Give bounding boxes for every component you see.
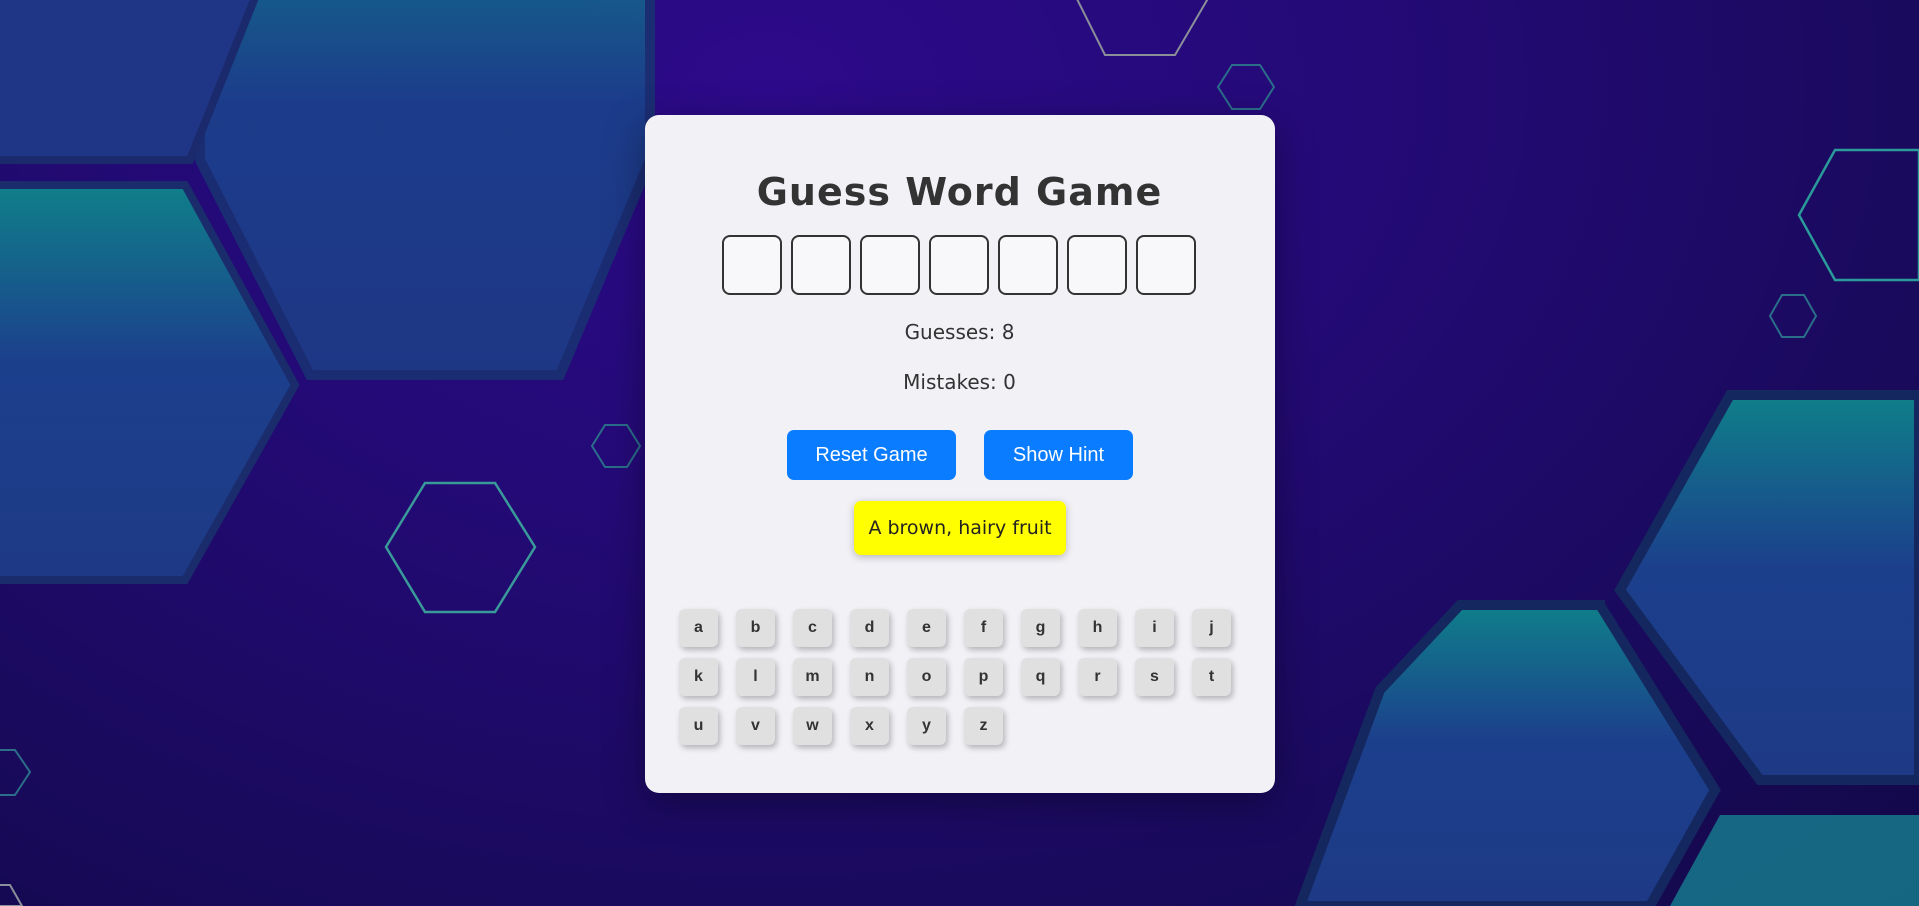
key-o[interactable]: o xyxy=(907,658,946,696)
keyboard-row: k l m n o p q r s t xyxy=(679,658,1239,696)
key-m[interactable]: m xyxy=(793,658,832,696)
game-title: Guess Word Game xyxy=(756,170,1163,214)
key-a[interactable]: a xyxy=(679,609,718,647)
key-p[interactable]: p xyxy=(964,658,1003,696)
key-s[interactable]: s xyxy=(1135,658,1174,696)
key-f[interactable]: f xyxy=(964,609,1003,647)
key-j[interactable]: j xyxy=(1192,609,1231,647)
letter-slot xyxy=(998,235,1058,295)
key-x[interactable]: x xyxy=(850,707,889,745)
key-q[interactable]: q xyxy=(1021,658,1060,696)
word-slots xyxy=(722,235,1196,295)
keyboard-row: a b c d e f g h i j xyxy=(679,609,1239,647)
letter-slot xyxy=(1136,235,1196,295)
mistakes-counter: Mistakes: 0 xyxy=(903,370,1016,394)
show-hint-button[interactable]: Show Hint xyxy=(984,430,1133,480)
key-k[interactable]: k xyxy=(679,658,718,696)
key-z[interactable]: z xyxy=(964,707,1003,745)
key-b[interactable]: b xyxy=(736,609,775,647)
reset-game-button[interactable]: Reset Game xyxy=(787,430,956,480)
key-e[interactable]: e xyxy=(907,609,946,647)
letter-keyboard: a b c d e f g h i j k l m n o p q r s t … xyxy=(679,609,1239,756)
key-t[interactable]: t xyxy=(1192,658,1231,696)
letter-slot xyxy=(860,235,920,295)
letter-slot xyxy=(722,235,782,295)
hint-box: A brown, hairy fruit xyxy=(854,501,1066,555)
guesses-counter: Guesses: 8 xyxy=(904,320,1015,344)
key-v[interactable]: v xyxy=(736,707,775,745)
key-w[interactable]: w xyxy=(793,707,832,745)
key-l[interactable]: l xyxy=(736,658,775,696)
key-d[interactable]: d xyxy=(850,609,889,647)
key-i[interactable]: i xyxy=(1135,609,1174,647)
key-r[interactable]: r xyxy=(1078,658,1117,696)
keyboard-row: u v w x y z xyxy=(679,707,1239,745)
letter-slot xyxy=(1067,235,1127,295)
key-n[interactable]: n xyxy=(850,658,889,696)
key-g[interactable]: g xyxy=(1021,609,1060,647)
letter-slot xyxy=(929,235,989,295)
key-h[interactable]: h xyxy=(1078,609,1117,647)
key-y[interactable]: y xyxy=(907,707,946,745)
key-c[interactable]: c xyxy=(793,609,832,647)
key-u[interactable]: u xyxy=(679,707,718,745)
letter-slot xyxy=(791,235,851,295)
